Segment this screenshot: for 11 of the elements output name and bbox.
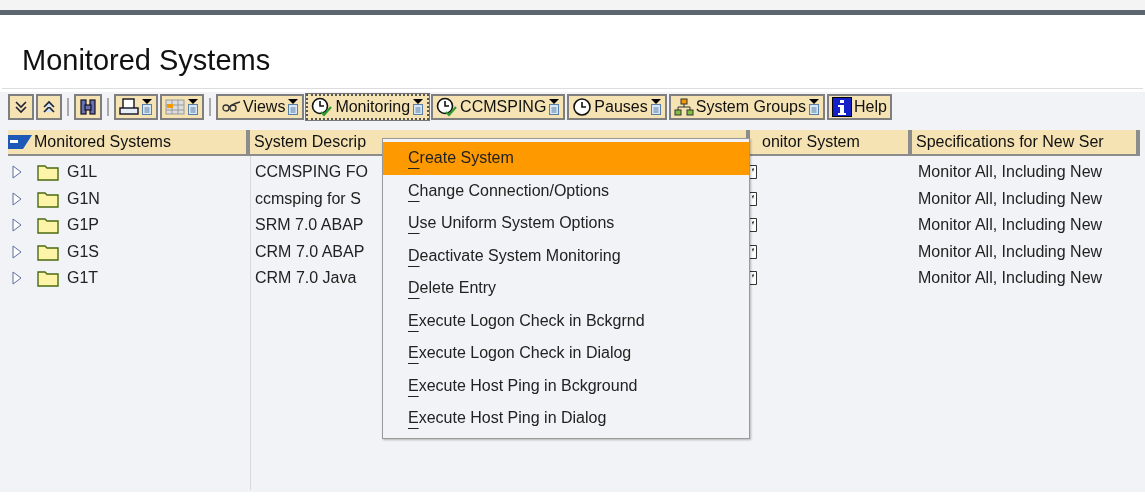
table-cell-text: Monitor All, Including New bbox=[918, 241, 1103, 262]
table-cell-text: SRM 7.0 ABAP bbox=[255, 215, 364, 236]
table-cell-text: Monitor All, Including New bbox=[918, 162, 1103, 183]
table-cell-text: CCMSPING FO bbox=[255, 162, 368, 183]
table-cell-text: Monitor All, Including New bbox=[918, 268, 1103, 289]
table-cell-text: CRM 7.0 ABAP bbox=[255, 241, 365, 262]
table-cell-text: CRM 7.0 Java bbox=[255, 268, 357, 289]
page-title: Monitored Systems bbox=[21, 43, 271, 78]
table-cell-text: Monitor All, Including New bbox=[918, 188, 1103, 209]
table-cell-text: ccmsping for S bbox=[255, 188, 361, 209]
table-cell-text: Monitor All, Including New bbox=[918, 215, 1103, 236]
